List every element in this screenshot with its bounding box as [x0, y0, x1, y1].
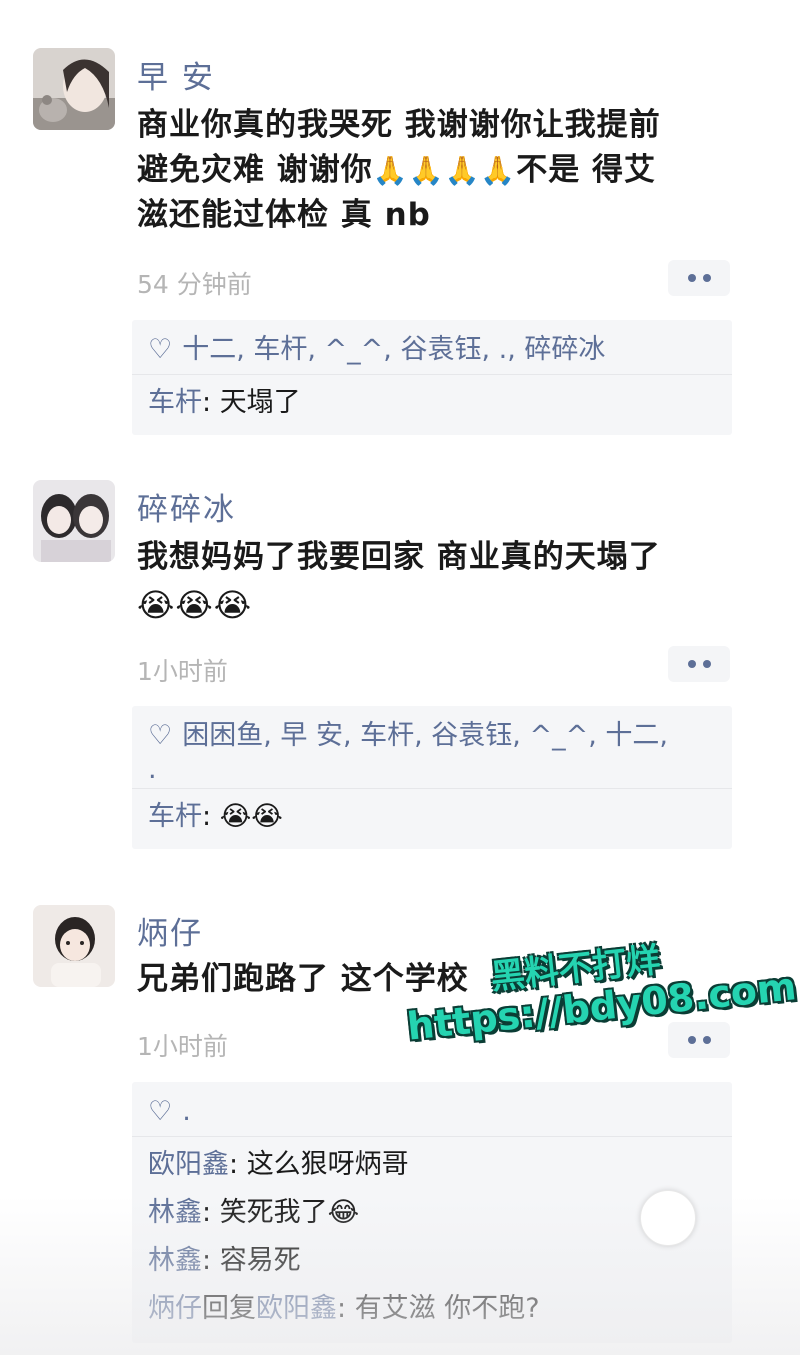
divider [132, 1136, 732, 1137]
comment-row[interactable]: 林鑫: 笑死我了😂 [148, 1189, 716, 1237]
comment-author[interactable]: 林鑫 [148, 1197, 202, 1228]
avatar[interactable] [33, 905, 115, 987]
post-content: 商业你真的我哭死 我谢谢你让我提前 避免灾难 谢谢你🙏🙏🙏🙏不是 得艾 滋还能过… [137, 103, 737, 238]
post-content: 我想妈妈了我要回家 商业真的天塌了 😭😭😭 [137, 535, 737, 630]
comment-text: 😭😭 [219, 801, 283, 832]
post-content-text: 不是 得艾 [516, 152, 657, 188]
floating-circle-button[interactable] [640, 1190, 696, 1246]
reply-to-label: 回复 [202, 1293, 256, 1324]
post-timestamp: 54 分钟前 [137, 270, 252, 299]
pray-emoji: 🙏🙏🙏🙏 [372, 154, 517, 187]
comment-row[interactable]: 车杆: 天塌了 [148, 379, 716, 427]
post-author-name[interactable]: 炳仔 [137, 908, 203, 953]
post-author-name[interactable]: 碎碎冰 [137, 484, 236, 529]
heart-icon: ♡ [148, 720, 173, 751]
post-content-line: 商业你真的我哭死 我谢谢你让我提前 [137, 107, 661, 143]
divider [132, 788, 732, 789]
likes-names-overflow: . [148, 754, 157, 785]
more-icon[interactable] [668, 1022, 730, 1058]
heart-icon: ♡ [148, 334, 173, 365]
moments-feed: 早 安 商业你真的我哭死 我谢谢你让我提前 避免灾难 谢谢你🙏🙏🙏🙏不是 得艾 … [0, 0, 800, 1355]
likes-names: 困困鱼, 早 安, 车杆, 谷袁钰, ^_^, 十二, [182, 720, 668, 751]
comment-separator: : [202, 801, 220, 832]
comment-text: 这么狠呀炳哥 [246, 1149, 409, 1180]
avatar[interactable] [33, 480, 115, 562]
more-icon[interactable] [668, 646, 730, 682]
comment-separator: : [337, 1293, 355, 1324]
comment-row[interactable]: 欧阳鑫: 这么狠呀炳哥 [148, 1141, 716, 1189]
comment-author[interactable]: 车杆 [148, 387, 202, 418]
comment-row[interactable]: 车杆: 😭😭 [148, 793, 716, 841]
comment-text: 有艾滋 你不跑? [354, 1293, 540, 1324]
likes-names: . [182, 1096, 191, 1127]
interaction-box: ♡ 十二, 车杆, ^_^, 谷袁钰, ., 碎碎冰 车杆: 天塌了 [132, 320, 732, 435]
comment-separator: : [202, 387, 220, 418]
divider [132, 374, 732, 375]
more-icon[interactable] [668, 260, 730, 296]
post-content-line: 我想妈妈了我要回家 商业真的天塌了 [137, 539, 661, 575]
post-timestamp: 1小时前 [137, 657, 228, 686]
post-content-line: 避免灾难 谢谢你🙏🙏🙏🙏不是 得艾 [137, 148, 737, 193]
comment-text: 笑死我了😂 [219, 1197, 360, 1228]
interaction-box: ♡ 困困鱼, 早 安, 车杆, 谷袁钰, ^_^, 十二, . 车杆: 😭😭 [132, 706, 732, 849]
comment-author[interactable]: 欧阳鑫 [148, 1149, 229, 1180]
comment-author[interactable]: 炳仔 [148, 1293, 202, 1324]
comment-text: 容易死 [219, 1245, 301, 1276]
comment-author[interactable]: 车杆 [148, 801, 202, 832]
likes-list[interactable]: ♡ 困困鱼, 早 安, 车杆, 谷袁钰, ^_^, 十二, . [148, 716, 716, 784]
comment-separator: : [202, 1197, 220, 1228]
post-timestamp: 1小时前 [137, 1032, 228, 1061]
avatar[interactable] [33, 48, 115, 130]
post-content-text: 避免灾难 谢谢你 [137, 152, 373, 188]
comment-row[interactable]: 林鑫: 容易死 [148, 1237, 716, 1285]
likes-list[interactable]: ♡ 十二, 车杆, ^_^, 谷袁钰, ., 碎碎冰 [148, 330, 716, 370]
post-author-name[interactable]: 早 安 [137, 52, 215, 97]
likes-names: 十二, 车杆, ^_^, 谷袁钰, ., 碎碎冰 [182, 334, 606, 365]
comment-row[interactable]: 炳仔回复欧阳鑫: 有艾滋 你不跑? [148, 1285, 716, 1333]
comment-author[interactable]: 林鑫 [148, 1245, 202, 1276]
crying-emoji: 😭😭😭 [137, 586, 253, 624]
post-content-line: 滋还能过体检 真 nb [137, 197, 431, 233]
reply-target[interactable]: 欧阳鑫 [256, 1293, 337, 1324]
likes-list[interactable]: ♡. [148, 1092, 716, 1132]
comment-separator: : [229, 1149, 247, 1180]
heart-icon: ♡ [148, 1096, 173, 1127]
comment-separator: : [202, 1245, 220, 1276]
comment-text: 天塌了 [219, 387, 301, 418]
